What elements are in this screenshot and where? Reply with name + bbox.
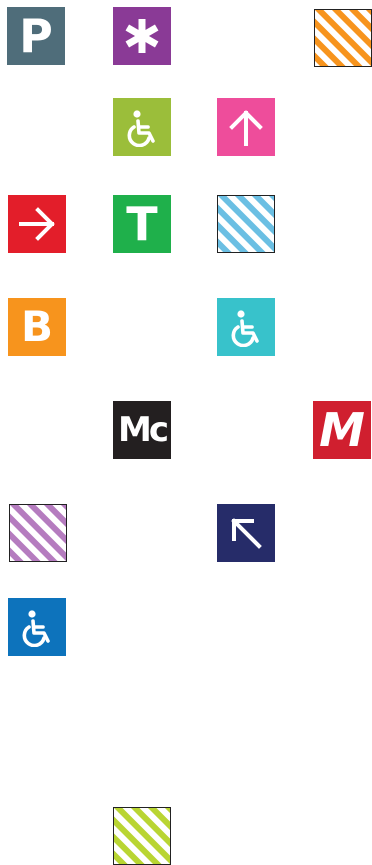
hatched-lime-tile xyxy=(113,807,171,865)
parking-letter-icon: P xyxy=(19,9,53,63)
mc-letters-icon: Mc xyxy=(118,410,169,450)
hatched-blue-icon xyxy=(218,196,274,252)
parking-tile: P xyxy=(7,7,65,65)
wheelchair-icon xyxy=(231,310,259,347)
hatched-orange-icon xyxy=(315,10,371,66)
arrow-up-left-tile xyxy=(217,504,275,562)
bus-letter-icon: B xyxy=(20,302,53,351)
asterisk-icon xyxy=(125,19,159,53)
hatched-lime-icon xyxy=(114,808,170,864)
mc-tile: Mc xyxy=(113,401,171,459)
arrow-up-tile xyxy=(217,98,275,156)
tram-tile: T xyxy=(113,195,171,253)
asterisk-tile xyxy=(113,7,171,65)
hatched-orange-tile xyxy=(314,9,372,67)
arrow-up-left-icon xyxy=(231,518,262,549)
metro-letter-icon: M xyxy=(319,403,365,457)
metro-tile: M xyxy=(313,401,371,459)
bus-tile: B xyxy=(8,298,66,356)
wheelchair-tile-lime xyxy=(113,98,171,156)
tram-letter-icon: T xyxy=(126,197,158,251)
hatched-purple-tile xyxy=(9,504,67,562)
wheelchair-tile-blue xyxy=(8,598,66,656)
wheelchair-icon xyxy=(127,110,155,147)
wheelchair-icon xyxy=(22,610,50,647)
arrow-right-tile xyxy=(8,195,66,253)
wheelchair-tile-teal xyxy=(217,298,275,356)
arrow-right-icon xyxy=(19,207,55,241)
arrow-up-icon xyxy=(229,110,263,146)
hatched-purple-icon xyxy=(10,505,66,561)
hatched-blue-tile xyxy=(217,195,275,253)
